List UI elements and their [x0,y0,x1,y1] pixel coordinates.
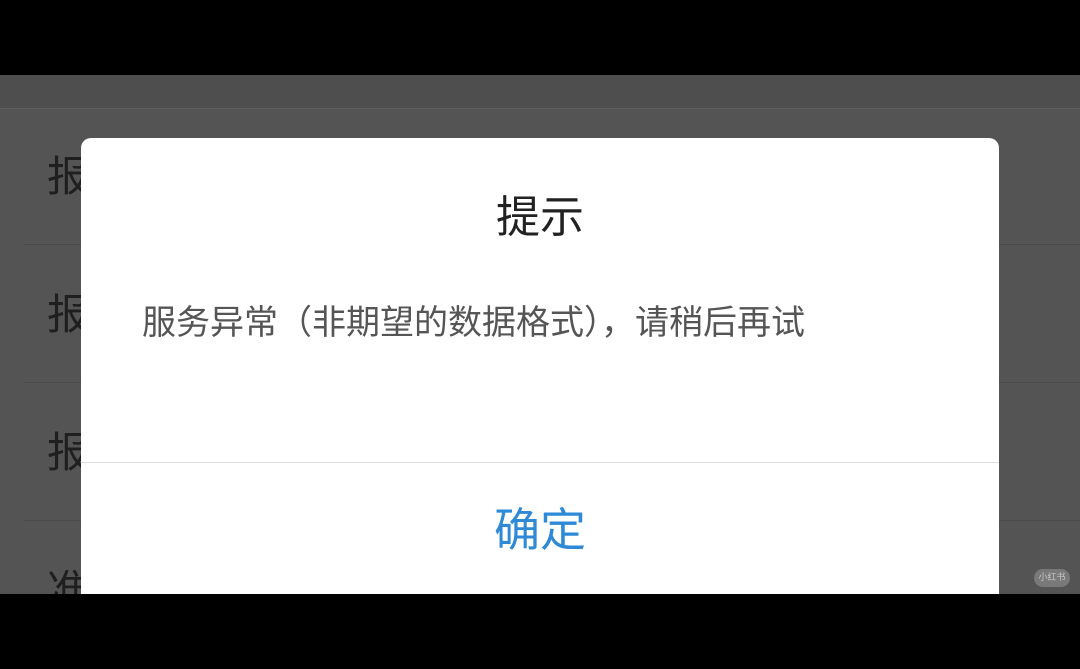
dialog-title: 提示 [496,192,584,243]
bottom-letterbox [0,594,1080,669]
header-band [0,75,1080,109]
screen: 报 报 报 准 小红书 提示 服务异常（非期望的数据格式），请稍后再试 确定 [0,0,1080,669]
dialog-message: 服务异常（非期望的数据格式），请稍后再试 [142,303,805,343]
alert-dialog: 提示 服务异常（非期望的数据格式），请稍后再试 确定 [81,138,999,608]
confirm-button[interactable]: 确定 [81,463,999,598]
watermark-badge: 小红书 [1034,569,1070,587]
